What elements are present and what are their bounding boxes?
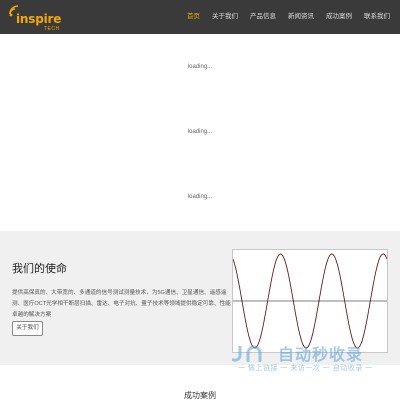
about-us-button[interactable]: 关于我们	[12, 321, 43, 336]
watermark-logo-icon	[232, 345, 262, 362]
nav-item[interactable]: 联系我们	[358, 0, 396, 34]
loading-placeholder: loading...	[187, 64, 213, 70]
nav-item[interactable]: 成功案例	[320, 0, 358, 34]
nav-item[interactable]: 首页	[181, 0, 206, 34]
waveform-image	[232, 249, 388, 353]
watermark-subtext: 一 做上链接 一 来访一次 一 自动收录 一	[238, 365, 373, 372]
watermark-text: 自动秒收录	[278, 345, 364, 364]
nav-item[interactable]: 新闻资讯	[282, 0, 320, 34]
main-nav: 首页 关于我们 产品信息 新闻资讯 成功案例 联系我们	[181, 0, 396, 34]
nav-item[interactable]: 关于我们	[206, 0, 244, 34]
logo-subtext: TECH	[44, 26, 60, 32]
loading-placeholder: loading...	[187, 129, 213, 135]
nav-item[interactable]: 产品信息	[244, 0, 282, 34]
success-cases-title: 成功案例	[184, 391, 216, 400]
logo-text: inspire	[16, 12, 62, 26]
mission-title: 我们的使命	[12, 263, 67, 275]
waveform-chart	[232, 253, 388, 349]
mission-description: 提供高保真的、大带宽的、多通道的信号测试测量技术，为5G通信、卫星通信、遥感遥测…	[12, 290, 231, 318]
loading-placeholder: loading...	[187, 194, 213, 200]
logo[interactable]: inspire TECH	[8, 4, 68, 32]
watermark: 自动秒收录 一 做上链接 一 来访一次 一 自动收录 一	[232, 340, 392, 380]
site-header: inspire TECH 首页 关于我们 产品信息 新闻资讯 成功案例 联系我们	[0, 0, 400, 34]
